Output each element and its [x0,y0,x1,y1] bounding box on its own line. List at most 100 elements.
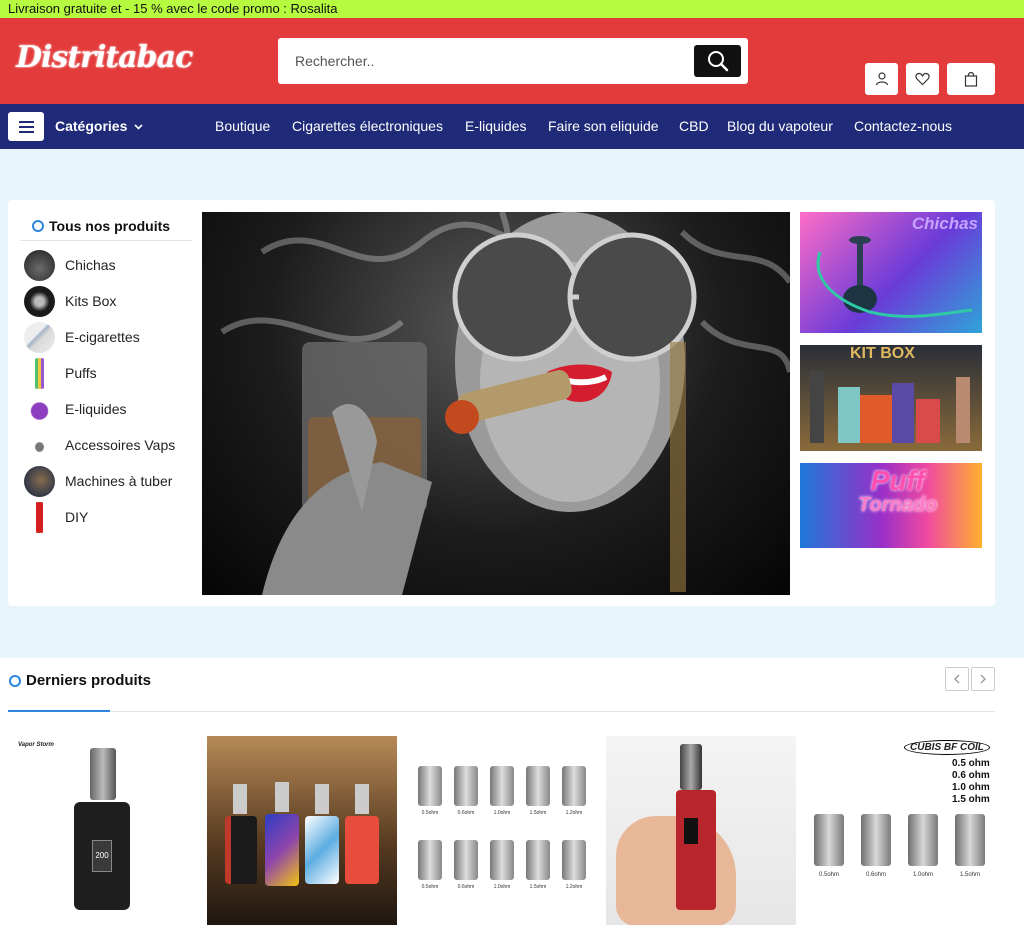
sidebar-item-e-liquides[interactable]: E-liquides [24,393,126,425]
sidebar-item-diy[interactable]: DIY [24,501,88,533]
promo-text: Livraison gratuite et - 15 % avec le cod… [8,1,338,16]
accessoires-thumb [24,429,55,461]
divider [8,711,995,712]
coil-head [526,840,550,880]
coil-label: 0.5ohm [421,810,439,816]
carousel-next-button[interactable] [971,667,995,691]
product-device [225,816,257,884]
product-tank [315,784,329,814]
sidebar-item-accessoires[interactable]: Accessoires Vaps [24,429,175,461]
kit-device [838,387,860,443]
product-device [345,816,379,884]
chevron-left-icon [954,674,960,684]
coil-head [418,766,442,806]
site-logo[interactable]: Distritabac [16,40,193,75]
product-card[interactable] [207,736,397,925]
product-screen: 200 [92,840,112,872]
coil-head [490,840,514,880]
kit-device [956,377,970,443]
sidebar-item-machines[interactable]: Machines à tuber [24,465,172,497]
coil-label: 0.6ohm [865,872,886,878]
search-button[interactable] [694,45,741,77]
bullet-ring-icon [9,674,21,687]
sidebar-item-label: E-cigarettes [65,329,140,345]
cart-button[interactable] [947,63,995,95]
product-body [676,790,716,910]
nav-link-boutique[interactable]: Boutique [215,104,270,149]
coil-label: 0.6ohm [457,884,475,890]
coil-head [562,766,586,806]
carousel-prev-button[interactable] [945,667,969,691]
search-icon [707,51,728,72]
hero-banner-image[interactable] [202,212,790,595]
product-screen-value: 200 [95,851,109,860]
product-tank [355,784,369,814]
sidebar-item-label: E-liquides [65,401,127,417]
sidebar-item-label: Puffs [65,365,97,381]
sidebar-item-label: Kits Box [65,293,117,309]
kit-device [916,399,940,443]
product-spec: 1.5 ohm [952,794,990,805]
nav-link-cigarettes[interactable]: Cigarettes électroniques [292,104,443,149]
coil-label: 1.2ohm [565,884,583,890]
product-card[interactable]: 0.5ohm 0.6ohm 1.0ohm 1.5ohm 1.2ohm 0.5ohm 0.6o… [406,736,596,925]
coil-label: 1.0ohm [493,884,511,890]
nav-link-faire-eliquide[interactable]: Faire son eliquide [548,104,659,149]
product-brand-label: Vapor Storm [18,742,54,748]
product-device [265,814,299,886]
nav-link-cbd[interactable]: CBD [679,104,709,149]
chevron-right-icon [980,674,986,684]
coil-label: 0.5ohm [818,872,839,878]
product-card[interactable] [606,736,796,925]
kit-device [892,383,914,443]
product-card[interactable]: Vapor Storm 200 [8,736,198,925]
wishlist-button[interactable] [906,63,939,95]
menu-toggle-button[interactable] [8,112,44,141]
sidebar-item-label: DIY [65,509,89,525]
heart-icon [915,72,930,86]
bullet-ring-icon [32,220,44,232]
hamburger-icon-line [18,130,34,133]
section-title: Derniers produits [9,672,151,689]
puff-tornado-banner[interactable]: Puff Tornado [800,463,982,548]
site-header: Distritabac [0,18,1024,104]
coil-label: 1.5ohm [529,884,547,890]
search-input[interactable] [278,38,678,84]
nav-link-blog[interactable]: Blog du vapoteur [727,104,833,149]
sidebar-item-puffs[interactable]: Puffs [24,357,97,389]
categories-dropdown[interactable]: Catégories [55,104,127,149]
promo-bar: Livraison gratuite et - 15 % avec le cod… [0,0,1024,18]
kit-device [810,371,824,443]
coil-head [454,766,478,806]
hero-section: Tous nos produits Chichas Kits Box E-cig… [8,200,995,606]
kit-box-banner[interactable]: KIT BOX [800,345,982,451]
main-nav: Catégories Boutique Cigarettes électroni… [0,104,1024,149]
section-accent-bar [8,710,110,712]
product-spec: 0.6 ohm [952,770,990,781]
nav-link-eliquides[interactable]: E-liquides [465,104,526,149]
sidebar-item-label: Accessoires Vaps [65,437,176,453]
diy-thumb [24,501,55,533]
product-card[interactable]: CUBIS BF COIL 0.5 ohm 0.6 ohm 1.0 ohm 1.5 o… [806,736,996,925]
coil-head [418,840,442,880]
coil-head [861,814,891,866]
kits-box-thumb [24,285,55,317]
e-cigarettes-thumb [24,321,55,353]
e-liquides-thumb [24,393,55,425]
user-icon [875,72,888,86]
nav-link-contact[interactable]: Contactez-nous [854,104,952,149]
account-button[interactable] [865,63,898,95]
search-bar [278,38,748,84]
puffs-thumb [24,357,55,389]
chevron-down-icon[interactable] [133,121,144,132]
sidebar-item-chichas[interactable]: Chichas [24,249,116,281]
puff-title-line: Puff [870,465,925,496]
sidebar-item-label: Chichas [65,257,116,273]
sidebar-item-e-cigarettes[interactable]: E-cigarettes [24,321,140,353]
sidebar-title-text: Tous nos produits [49,218,171,234]
coil-head [454,840,478,880]
sidebar-item-kits-box[interactable]: Kits Box [24,285,116,317]
coil-label: 1.2ohm [565,810,583,816]
chichas-banner[interactable]: Chichas [800,212,982,333]
product-tank [275,782,289,812]
